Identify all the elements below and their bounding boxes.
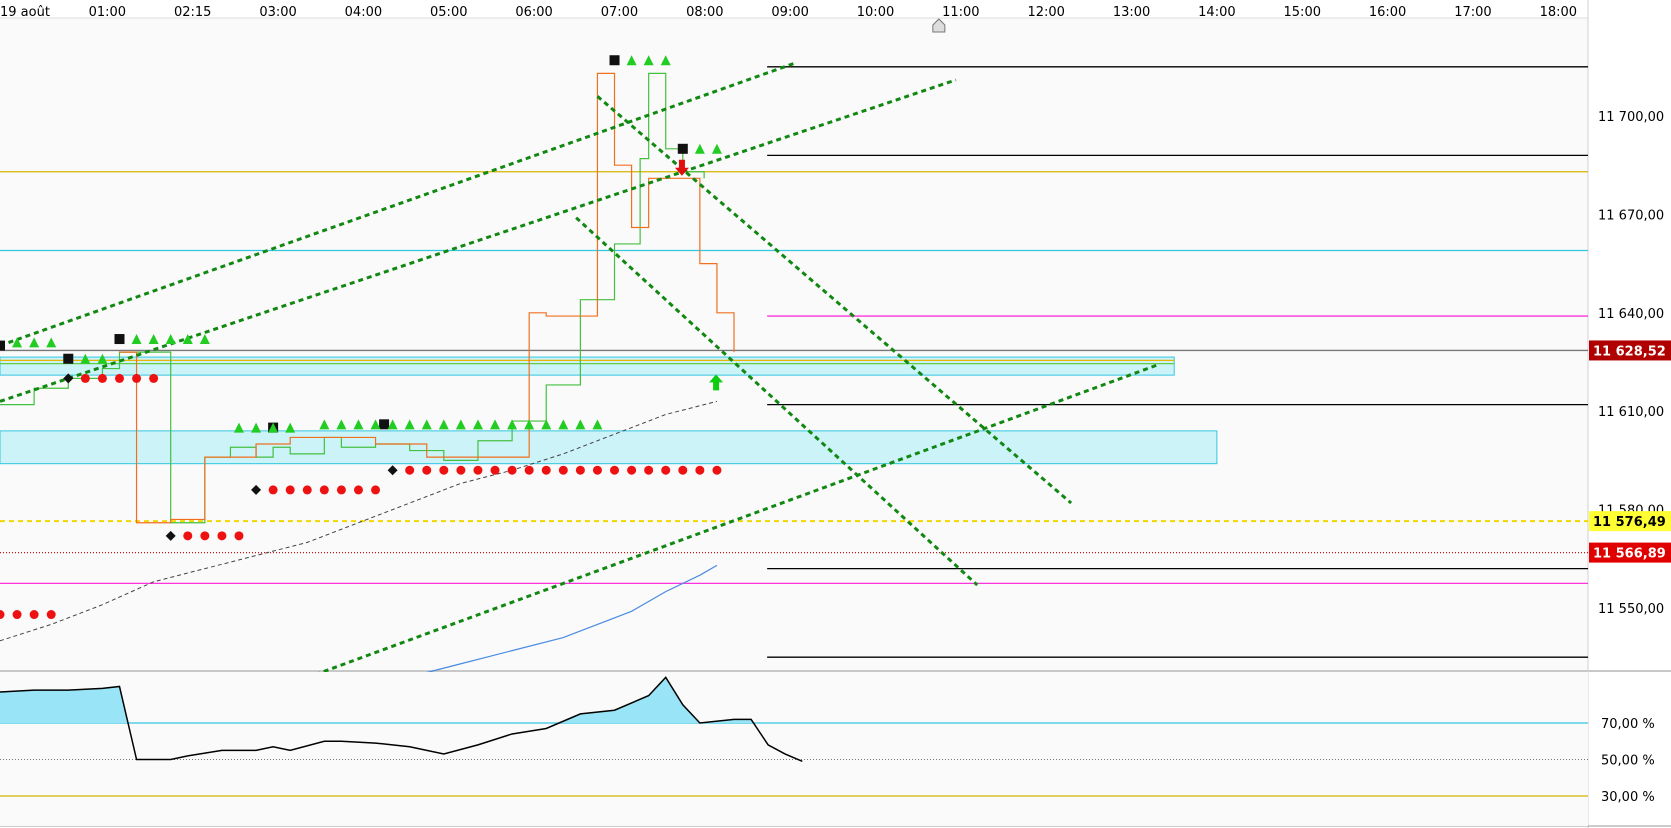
red-dot-marker (422, 465, 432, 475)
red-dot-marker (575, 465, 585, 475)
red-dot-marker (371, 485, 381, 495)
price-tick-label: 11 610,00 (1598, 405, 1664, 420)
red-dot-marker (46, 610, 56, 620)
red-dot-marker (592, 465, 602, 475)
price-badge-label: 11 576,49 (1593, 515, 1666, 530)
red-dot-marker (644, 465, 654, 475)
time-tick-label: 09:00 (771, 5, 808, 20)
black-square-marker (114, 334, 125, 345)
red-dot-marker (678, 465, 688, 475)
red-dot-marker (661, 465, 671, 475)
price-tick-label: 11 550,00 (1598, 602, 1664, 617)
red-dot-marker (319, 485, 329, 495)
price-tick-label: 11 670,00 (1598, 208, 1664, 223)
price-chart[interactable]: 19 août 01:00 02:15 03:00 04:00 05:00 06:00 07:… (0, 0, 1671, 828)
osc-tick-label: 50,00 % (1601, 754, 1655, 769)
time-tick-label: 06:00 (515, 5, 552, 20)
time-tick-label: 19 août (0, 5, 50, 20)
price-badge-label: 11 566,89 (1593, 547, 1666, 562)
red-dot-marker (524, 465, 534, 475)
time-tick-label: 04:00 (345, 5, 382, 20)
red-dot-marker (695, 465, 705, 475)
red-dot-marker (439, 465, 449, 475)
red-dot-marker (610, 465, 620, 475)
black-square-marker (677, 143, 688, 154)
time-tick-label: 17:00 (1454, 5, 1491, 20)
red-dot-marker (12, 610, 22, 620)
osc-tick-label: 30,00 % (1601, 790, 1655, 805)
time-tick-label: 01:00 (89, 5, 126, 20)
black-square-marker (379, 419, 390, 430)
price-tick-label: 11 700,00 (1598, 110, 1664, 125)
red-dot-marker (217, 531, 227, 541)
red-dot-marker (473, 465, 483, 475)
time-tick-label: 07:00 (601, 5, 638, 20)
time-tick-label: 14:00 (1198, 5, 1235, 20)
time-tick-label: 08:00 (686, 5, 723, 20)
price-tick-label: 11 640,00 (1598, 307, 1664, 322)
price-badge-label: 11 628,52 (1593, 344, 1666, 359)
red-dot-marker (541, 465, 551, 475)
osc-tick-label: 70,00 % (1601, 717, 1655, 732)
red-dot-marker (353, 485, 363, 495)
price-zone (0, 430, 1218, 465)
red-dot-marker (490, 465, 500, 475)
red-dot-marker (97, 373, 107, 383)
red-dot-marker (712, 465, 722, 475)
time-tick-label: 13:00 (1113, 5, 1150, 20)
red-dot-marker (200, 531, 210, 541)
black-square-marker (609, 55, 620, 66)
main-plot-area (0, 18, 1588, 671)
oscillator-panel[interactable] (0, 672, 1588, 826)
time-tick-label: 03:00 (259, 5, 296, 20)
red-dot-marker (302, 485, 312, 495)
red-dot-marker (285, 485, 295, 495)
red-dot-marker (456, 465, 466, 475)
red-dot-marker (234, 531, 244, 541)
time-tick-label: 10:00 (857, 5, 894, 20)
time-tick-label: 02:15 (174, 5, 211, 20)
red-dot-marker (29, 610, 39, 620)
red-dot-marker (336, 485, 346, 495)
time-tick-label: 05:00 (430, 5, 467, 20)
red-dot-marker (558, 465, 568, 475)
red-dot-marker (132, 373, 142, 383)
time-tick-label: 11:00 (942, 5, 979, 20)
red-dot-marker (627, 465, 637, 475)
black-square-marker (0, 340, 5, 351)
red-dot-marker (114, 373, 124, 383)
time-tick-label: 18:00 (1540, 5, 1577, 20)
red-dot-marker (268, 485, 278, 495)
black-square-marker (63, 353, 74, 364)
time-tick-label: 16:00 (1369, 5, 1406, 20)
red-dot-marker (405, 465, 415, 475)
red-dot-marker (80, 373, 90, 383)
red-dot-marker (149, 373, 159, 383)
red-dot-marker (183, 531, 193, 541)
time-tick-label: 12:00 (1027, 5, 1064, 20)
time-tick-label: 15:00 (1284, 5, 1321, 20)
red-dot-marker (507, 465, 517, 475)
osc-plot-area (0, 672, 1588, 826)
